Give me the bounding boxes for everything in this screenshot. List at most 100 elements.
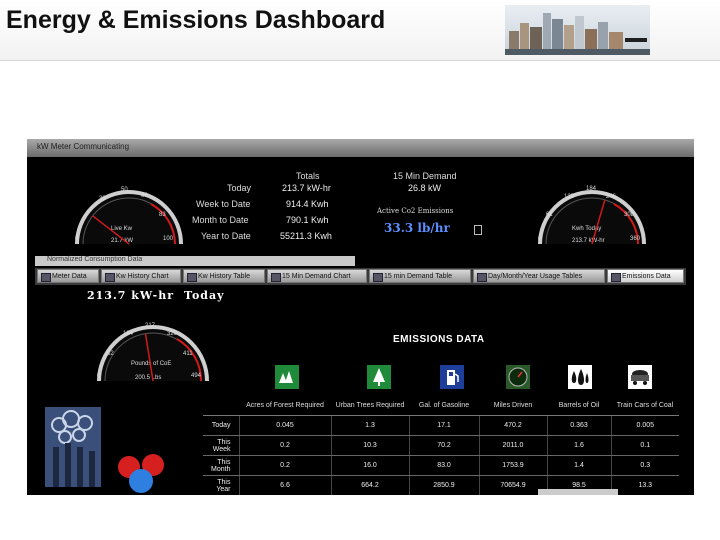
tab-kw-history-table[interactable]: Kw History Table [183,269,265,283]
gauge-tick: 62 [107,351,114,357]
window-title: kW Meter Communicating [37,142,130,151]
city-skyline-image [505,5,650,55]
gauge-tick: 494 [191,373,202,379]
table-cell: 0.3 [610,455,679,476]
table-cell: 0.045 [238,415,331,436]
totals-label: Month to Date [192,215,249,225]
table-cell: 2011.0 [478,435,547,456]
tab-15-min-demand-table[interactable]: 15 min Demand Table [369,269,471,283]
emissions-rate-label: Active Co2 Emissions [377,207,454,215]
table-cell: 17.1 [408,415,479,436]
table-cell: 1.3 [330,415,409,436]
pounds-co2-gauge: 0 62 164 217 320 411 494 Pounds of CoE 2… [97,323,209,382]
oil-drops-icon [568,365,592,389]
row-label: This Month [203,455,239,476]
table-row: This Week 0.2 10.3 70.2 2011.0 1.6 0.1 [203,435,679,456]
totals-value: 790.1 Kwh [286,215,329,225]
gauge-tick: 184 [586,186,597,192]
table-cell: 0.2 [238,455,331,476]
coal-car-icon [628,365,652,389]
forest-icon [275,365,299,389]
emissions-table: Acres of Forest Required Urban Trees Req… [203,396,679,495]
kwh-today-gauge: 0 61 123 184 246 308 360 Kwh Today 213.7… [538,186,646,245]
table-cell: 470.2 [478,415,547,436]
table-cell: 70.2 [408,435,479,456]
page-header: Energy & Emissions Dashboard [0,0,720,61]
reading-banner-value: 213.7 kW-hr [87,289,175,302]
normalized-data-bar[interactable]: Normalized Consumption Data [35,256,355,266]
totals-label: Year to Date [201,231,251,241]
tab-label: Meter Data [52,273,87,280]
tab-label: Emissions Data [622,273,671,280]
tab-kw-history-chart[interactable]: Kw History Chart [101,269,181,283]
table-cell: 0.005 [610,415,679,436]
table-cell: 0.363 [546,415,611,436]
table-cell: 1753.9 [478,455,547,476]
totals-value: 213.7 kW-hr [282,183,331,193]
table-cell: 0.1 [610,435,679,456]
table-cell: 1.4 [546,455,611,476]
gauge-tick: 100 [163,236,174,242]
page-title: Energy & Emissions Dashboard [6,6,386,34]
table-cell: 70654.9 [478,475,547,495]
tab-label: 15 Min Demand Chart [282,273,351,280]
scrollbar[interactable] [538,489,618,495]
table-cell: 2850.9 [408,475,479,495]
row-label: This Week [203,435,239,456]
table-row: Today 0.045 1.3 17.1 470.2 0.363 0.005 [203,415,679,436]
tab-bar: Meter Data Kw History Chart Kw History T… [35,268,686,285]
totals-header: Totals [296,171,320,181]
demand-header: 15 Min Demand [393,171,457,181]
co2-molecule-image [113,451,169,495]
totals-label: Today [227,183,252,193]
normalized-data-label: Normalized Consumption Data [47,256,143,263]
gauge-tick: 308 [624,212,635,218]
tab-label: Kw History Table [198,273,251,280]
row-label-header [203,396,239,416]
tree-icon [367,365,391,389]
table-cell: 0.2 [238,435,331,456]
reading-banner: 213.7 kW-hr Today [87,289,225,302]
tab-usage-tables[interactable]: Day/Month/Year Usage Tables [473,269,605,283]
tab-15-min-demand-chart[interactable]: 15 Min Demand Chart [267,269,367,283]
totals-value: 914.4 Kwh [286,199,329,209]
table-cell: 83.0 [408,455,479,476]
tab-label: Day/Month/Year Usage Tables [488,273,583,280]
column-header: Acres of Forest Required [239,396,331,416]
table-cell: 6.6 [238,475,331,495]
gauge-tick: 50 [121,187,128,193]
tab-meter-data[interactable]: Meter Data [37,269,99,283]
gauge-tick: 33 [99,196,106,202]
table-row: This Month 0.2 16.0 83.0 1753.9 1.4 0.3 [203,455,679,476]
tab-emissions-data[interactable]: Emissions Data [607,269,684,283]
gauge-tick: 83 [159,212,166,218]
gauge-tick: 217 [145,323,156,329]
column-header: Urban Trees Required [331,396,409,416]
demand-value: 26.8 kW [408,183,442,193]
live-kw-gauge: 0 33 50 66 83 100 Live Kw 21.7 kW [75,187,183,245]
totals-value: 55211.3 Kwh [280,231,332,241]
column-header: Barrels of Oil [547,396,611,416]
gauge-reading: 200.5 Lbs [135,375,161,381]
tab-label: 15 min Demand Table [384,273,452,280]
gauge-tick: 61 [546,212,553,218]
gauge-tick: 411 [183,351,193,357]
gauge-tick: 246 [606,194,617,200]
gauge-tick: 360 [630,236,641,242]
table-cell: 10.3 [330,435,409,456]
gauge-tick: 123 [564,194,575,200]
table-cell: 16.0 [330,455,409,476]
column-header: Miles Driven [479,396,547,416]
emissions-rate-value: 33.3 lb/hr [384,221,450,235]
smokestacks-image [45,407,101,487]
row-label: This Year [203,475,239,495]
window-titlebar: kW Meter Communicating [27,139,694,157]
column-header: Gal. of Gasoline [409,396,479,416]
table-cell: 1.6 [546,435,611,456]
gas-pump-icon [440,365,464,389]
printer-icon[interactable] [474,225,482,235]
emissions-header-row: Acres of Forest Required Urban Trees Req… [203,396,679,416]
table-cell: 664.2 [330,475,409,495]
reading-banner-period: Today [184,289,225,302]
gauge-tick: 66 [141,193,148,199]
